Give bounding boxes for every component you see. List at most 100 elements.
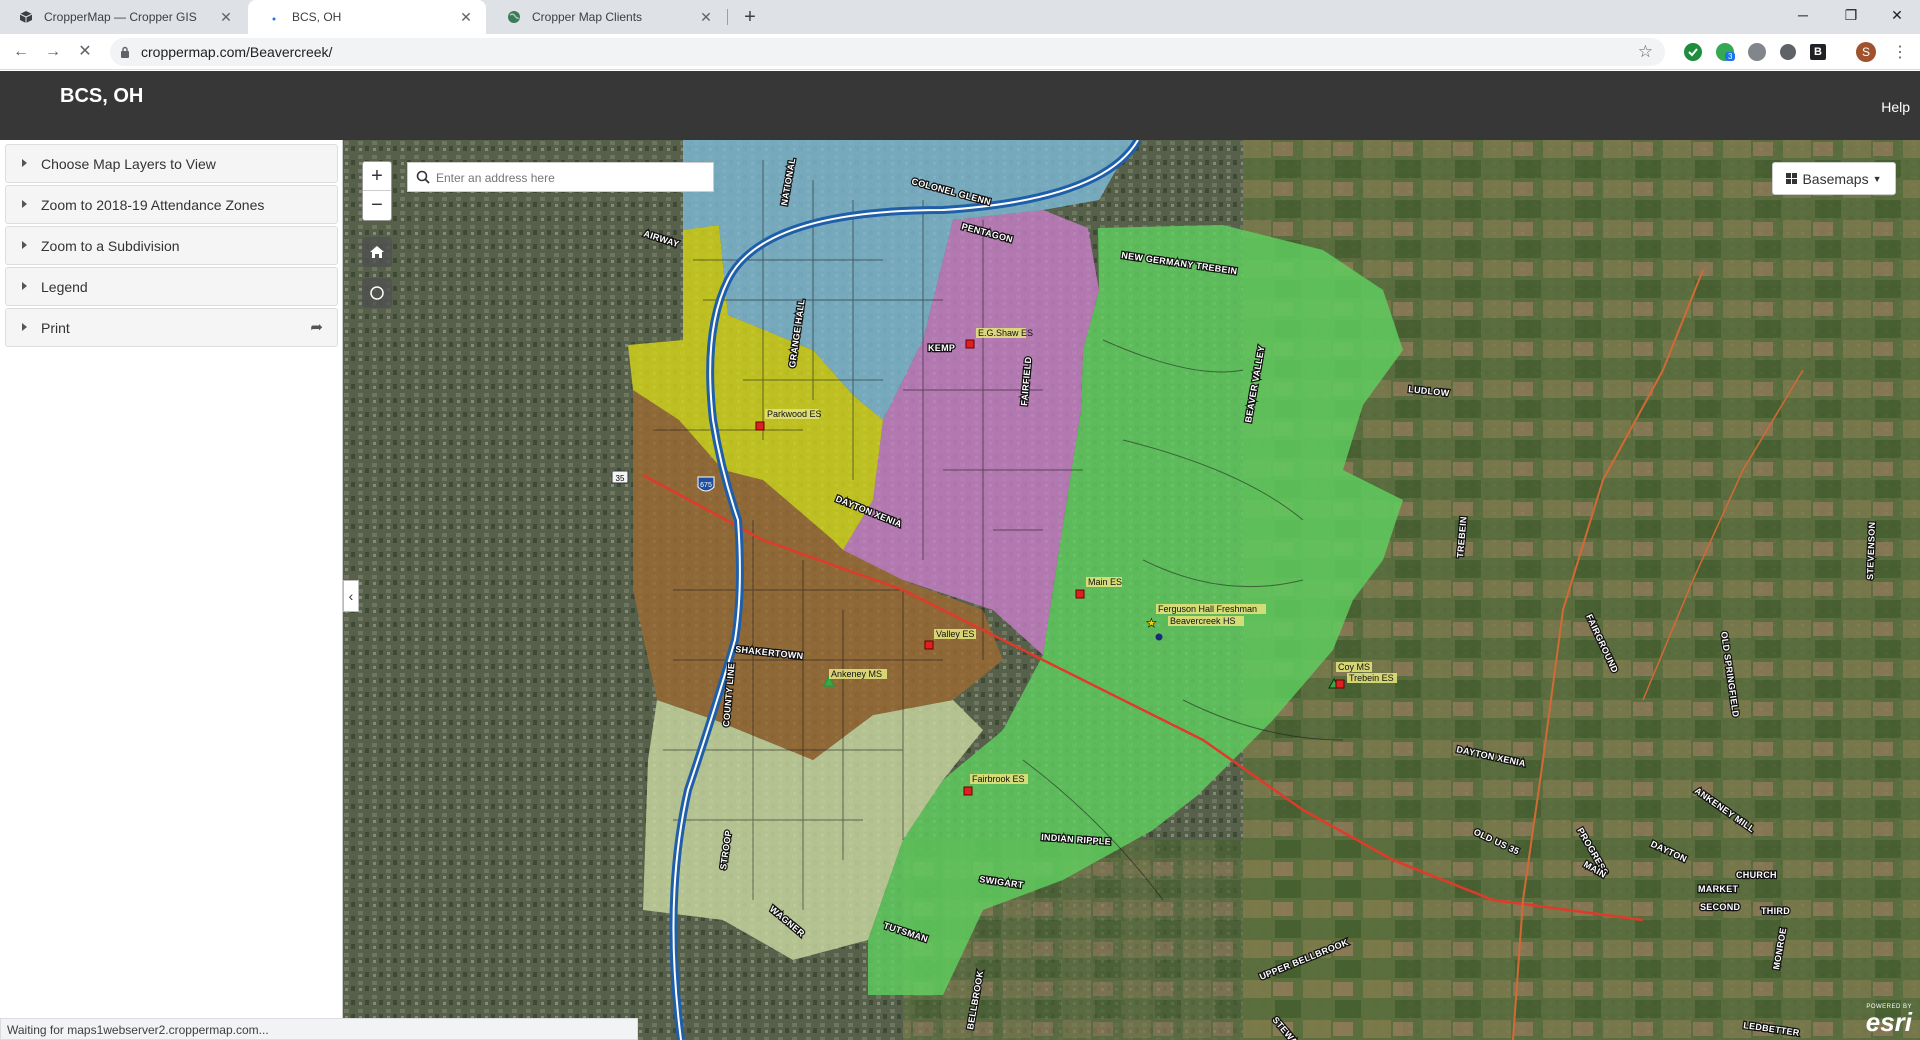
school-label-main: Main ES	[1088, 577, 1122, 587]
school-label-fairbrook: Fairbrook ES	[972, 774, 1025, 784]
collapse-sidebar-button[interactable]: ‹	[343, 580, 359, 612]
browser-menu-icon[interactable]: ⋮	[1892, 42, 1908, 62]
school-marker-parkwood	[755, 421, 765, 431]
svg-text:35: 35	[616, 474, 625, 483]
school-label-beavercreek-hs: Beavercreek HS	[1170, 616, 1236, 626]
browser-tab-strip: CropperMap — Cropper GIS ✕ BCS, OH ✕ Cro…	[0, 0, 1920, 34]
extension-check-icon[interactable]	[1684, 43, 1702, 61]
grid-icon	[1786, 173, 1798, 184]
school-label-parkwood: Parkwood ES	[767, 409, 822, 419]
new-tab-button[interactable]: +	[736, 3, 764, 31]
help-link[interactable]: Help	[1881, 99, 1910, 115]
back-arrow-icon[interactable]: ←	[9, 40, 33, 64]
star-icon: ★	[1146, 616, 1157, 630]
tab-title: Cropper Map Clients	[532, 10, 643, 24]
map-canvas[interactable]: 35 675 COLONEL GLENN PENTAGON NEW GERMAN…	[343, 140, 1920, 1040]
bookmark-star-icon[interactable]: ☆	[1638, 42, 1653, 62]
caret-right-icon	[22, 282, 27, 290]
address-search[interactable]	[407, 162, 714, 192]
hs-marker	[1155, 633, 1163, 641]
tab-title: CropperMap — Cropper GIS	[44, 10, 197, 24]
home-button[interactable]	[362, 237, 392, 267]
esri-attribution: POWERED BY esri	[1865, 1004, 1912, 1037]
minimize-button[interactable]: ─	[1780, 0, 1826, 30]
road-label-stevenson: STEVENSON	[1865, 522, 1877, 581]
basemaps-label: Basemaps	[1802, 170, 1869, 187]
caret-right-icon	[22, 323, 27, 331]
caret-right-icon	[22, 159, 27, 167]
panel-zoom-subdivision[interactable]: Zoom to a Subdivision	[5, 226, 338, 265]
extension-b-icon[interactable]: B	[1810, 44, 1826, 60]
locate-icon	[370, 286, 384, 300]
close-icon[interactable]: ✕	[218, 9, 234, 26]
route-35-shield: 35	[611, 470, 629, 484]
browser-toolbar: ← → ✕ croppermap.com/Beavercreek/ ☆ 3 B …	[0, 34, 1920, 70]
school-label-coy: Coy MS	[1338, 662, 1370, 672]
school-label-trebein: Trebein ES	[1349, 673, 1394, 683]
panel-legend[interactable]: Legend	[5, 267, 338, 306]
browser-status-bar: Waiting for maps1webserver2.croppermap.c…	[0, 1018, 638, 1040]
map-view[interactable]: 35 675 COLONEL GLENN PENTAGON NEW GERMAN…	[343, 140, 1920, 1040]
stop-loading-icon[interactable]: ✕	[73, 40, 97, 64]
panel-choose-map-layers[interactable]: Choose Map Layers to View	[5, 144, 338, 183]
cube-icon	[18, 9, 34, 25]
close-window-button[interactable]: ✕	[1874, 0, 1920, 30]
address-search-input[interactable]	[436, 168, 706, 188]
svg-text:675: 675	[700, 482, 712, 489]
app-title: BCS, OH	[60, 85, 144, 107]
panel-label: Legend	[41, 279, 88, 295]
panel-label: Zoom to a Subdivision	[41, 238, 180, 254]
road-label-second: SECOND	[1700, 902, 1741, 912]
sidebar: Choose Map Layers to View Zoom to 2018-1…	[0, 140, 343, 1040]
search-icon	[416, 170, 430, 189]
extension-badge: 3	[1725, 52, 1736, 61]
panel-print[interactable]: Print ➦	[5, 308, 338, 347]
school-marker-trebein	[1335, 679, 1345, 689]
locate-button[interactable]	[362, 278, 392, 308]
zoom-out-button[interactable]: −	[363, 191, 391, 220]
loading-icon	[266, 9, 282, 25]
forward-arrow-icon[interactable]: →	[41, 40, 65, 64]
basemaps-button[interactable]: Basemaps ▼	[1772, 162, 1896, 195]
address-bar[interactable]: croppermap.com/Beavercreek/ ☆	[110, 38, 1665, 66]
school-marker-fairbrook	[963, 786, 973, 796]
esri-logo: esri	[1865, 1007, 1912, 1037]
school-marker-main	[1075, 589, 1085, 599]
url-text: croppermap.com/Beavercreek/	[141, 44, 333, 60]
tab-croppermap[interactable]: CropperMap — Cropper GIS ✕	[0, 0, 246, 34]
profile-avatar[interactable]: S	[1856, 42, 1876, 62]
school-label-valley: Valley ES	[936, 629, 974, 639]
share-arrow-icon[interactable]: ➦	[310, 318, 323, 336]
extension-sync-icon[interactable]	[1748, 43, 1766, 61]
road-label-third: THIRD	[1761, 906, 1790, 916]
road-label-market: MARKET	[1698, 884, 1738, 894]
road-label-church: CHURCH	[1736, 870, 1777, 880]
tab-separator	[727, 9, 728, 25]
close-icon[interactable]: ✕	[458, 9, 474, 26]
school-marker-shaw	[965, 339, 975, 349]
panel-label: Choose Map Layers to View	[41, 156, 216, 172]
school-label-ferguson: Ferguson Hall Freshman	[1158, 604, 1257, 614]
zoom-control: + −	[362, 161, 392, 221]
zoom-in-button[interactable]: +	[363, 162, 391, 191]
app-header: BCS, OH Help	[0, 71, 1920, 140]
panel-zoom-attendance-zones[interactable]: Zoom to 2018-19 Attendance Zones	[5, 185, 338, 224]
home-icon	[370, 246, 384, 258]
caret-right-icon	[22, 241, 27, 249]
panel-label: Print	[41, 320, 70, 336]
school-label-ankeney: Ankeney MS	[831, 669, 882, 679]
tab-title: BCS, OH	[292, 10, 342, 24]
panel-label: Zoom to 2018-19 Attendance Zones	[41, 197, 265, 213]
lock-icon	[120, 45, 130, 58]
close-icon[interactable]: ✕	[698, 9, 714, 26]
school-label-shaw: E.G.Shaw ES	[978, 328, 1033, 338]
school-marker-valley	[924, 640, 934, 650]
tab-bcs-oh[interactable]: BCS, OH ✕	[248, 0, 486, 34]
road-label-kemp: KEMP	[928, 343, 955, 353]
interstate-675-shield: 675	[697, 476, 715, 492]
tab-cropper-map-clients[interactable]: Cropper Map Clients ✕	[488, 0, 726, 34]
globe-icon	[506, 9, 522, 25]
restore-button[interactable]: ❐	[1828, 0, 1874, 30]
extension-gray-icon[interactable]	[1780, 44, 1796, 60]
extension-green-icon[interactable]: 3	[1716, 43, 1736, 61]
